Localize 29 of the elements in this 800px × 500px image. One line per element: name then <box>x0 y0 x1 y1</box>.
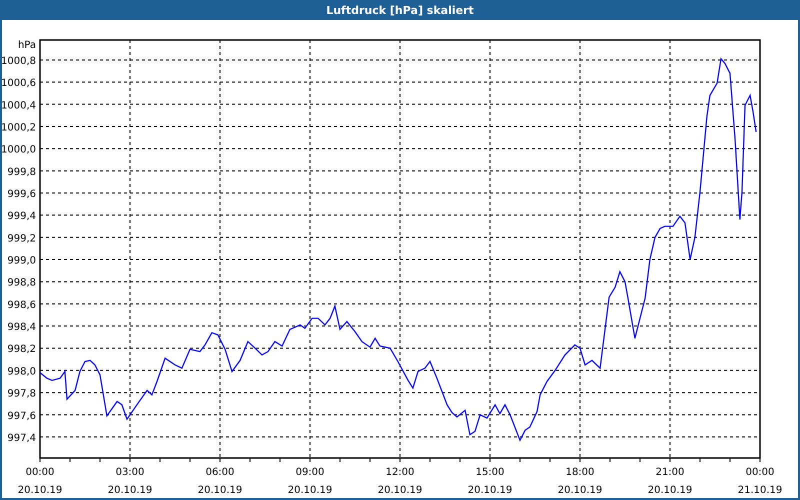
axis-tick-label: 00:00 20.10.19 <box>18 467 62 496</box>
axis-tick-label: 999,8 <box>7 166 36 178</box>
axis-tick-label: 00:00 21.10.19 <box>738 467 782 496</box>
axis-tick-label: 06:00 20.10.19 <box>198 467 242 496</box>
axis-tick-label: 999,4 <box>7 211 36 222</box>
axis-tick-label: 18:00 20.10.19 <box>558 467 602 496</box>
axis-tick-label: 12:00 20.10.19 <box>378 467 422 496</box>
axis-tick-label: 09:00 20.10.19 <box>288 467 332 496</box>
axis-tick-label: 1000,8 <box>2 56 36 67</box>
axis-tick-label: 999,6 <box>7 189 36 200</box>
axis-tick-label: 997,4 <box>7 432 36 444</box>
axis-tick-label: 03:00 20.10.19 <box>108 467 152 496</box>
axis-tick-label: 15:00 20.10.19 <box>468 467 512 496</box>
axis-tick-label: 999,2 <box>7 233 36 244</box>
axis-tick-label: 1000,2 <box>2 122 36 134</box>
axis-tick-label: 1000,0 <box>2 144 36 156</box>
axis-tick-label: 999,0 <box>7 256 36 267</box>
window-title: Luftdruck [hPa] skaliert <box>326 4 474 16</box>
axis-label: hPa <box>18 40 36 51</box>
axis-tick-label: 21:00 20.10.19 <box>648 467 692 496</box>
axis-tick-label: 998,6 <box>7 300 36 311</box>
axis-tick-label: 998,0 <box>7 366 36 378</box>
axis-tick-label: 998,4 <box>7 322 36 334</box>
axis-tick-label: 1000,4 <box>2 100 36 112</box>
axis-tick-label: 997,6 <box>7 410 36 422</box>
axis-tick-label: 1000,6 <box>2 78 36 90</box>
axis-tick-label: 997,8 <box>7 388 36 400</box>
axis-tick-label: 998,8 <box>7 278 36 289</box>
axis-tick-label: 998,2 <box>7 344 36 356</box>
